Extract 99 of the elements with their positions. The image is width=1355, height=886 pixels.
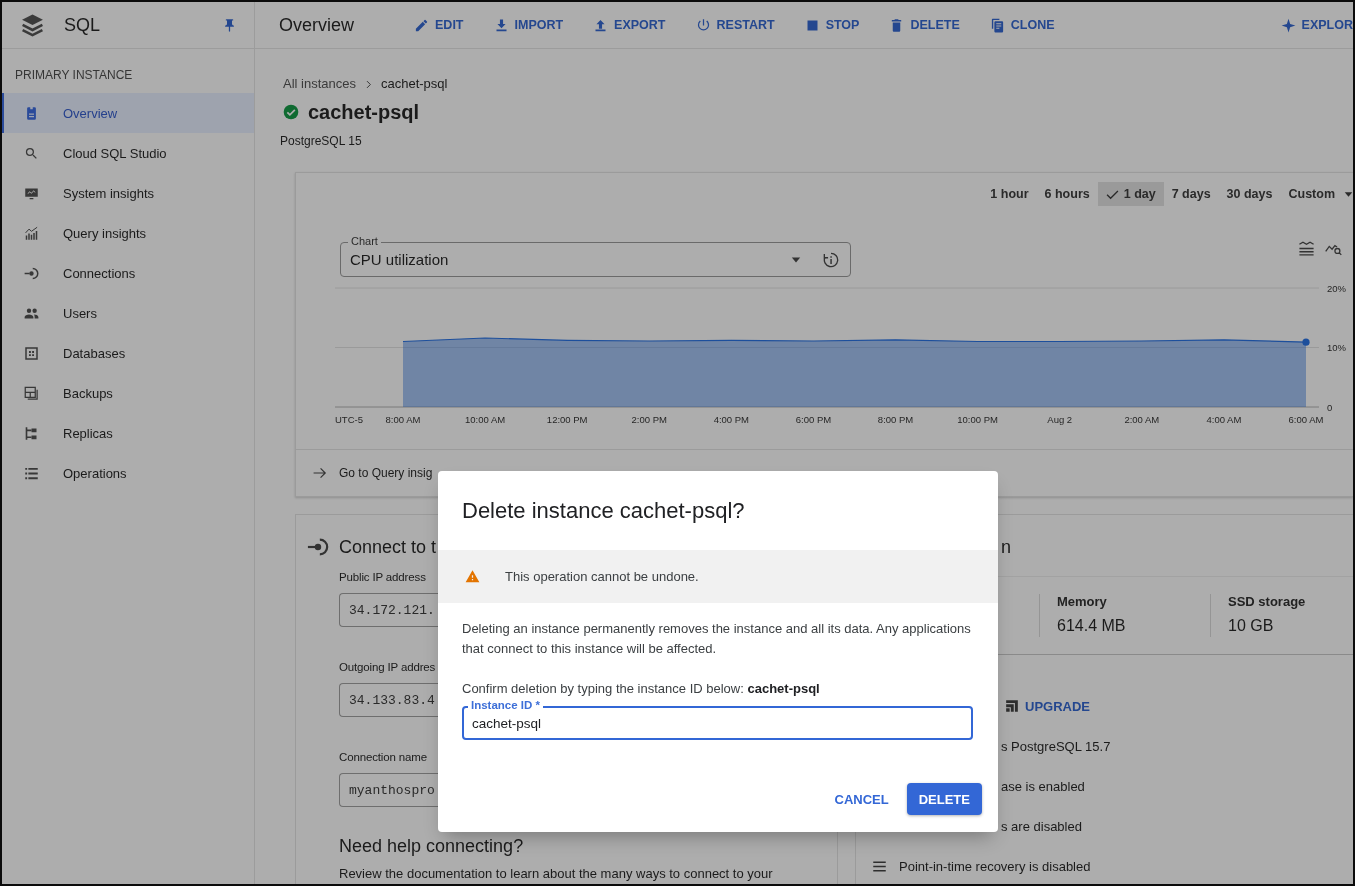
sidebar-heading: PRIMARY INSTANCE xyxy=(15,68,133,82)
config-fact: Point-in-time recovery is disabled xyxy=(899,858,1091,874)
stat-label: Memory xyxy=(1057,594,1107,610)
breadcrumb-current: cachet-psql xyxy=(381,76,448,92)
legend-lines-icon[interactable] xyxy=(1298,240,1315,257)
upload-icon xyxy=(593,17,609,33)
sidebar-item[interactable]: Backups xyxy=(2,373,254,413)
page-title: Overview xyxy=(279,14,354,36)
warning-text: This operation cannot be undone. xyxy=(505,569,699,584)
toolbar-button[interactable]: IMPORT xyxy=(489,11,568,39)
stat-value: 614.4 MB xyxy=(1057,616,1126,636)
stacked-squares-icon xyxy=(24,385,39,401)
toolbar-button[interactable]: STOP xyxy=(800,11,864,39)
field-label: Chart xyxy=(348,235,381,248)
field-label: Public IP address xyxy=(339,570,426,584)
stat-label: SSD storage xyxy=(1228,594,1306,610)
database-version: PostgreSQL 15 xyxy=(280,134,362,148)
card-heading: Connect to t xyxy=(339,536,437,558)
sparkle-icon xyxy=(1280,17,1296,33)
warning-icon xyxy=(465,569,480,584)
chart-select[interactable]: Chart CPU utilization xyxy=(340,235,851,277)
breadcrumb-link[interactable]: All instances xyxy=(283,76,356,92)
time-range-tab[interactable]: 7 days xyxy=(1163,182,1219,206)
toolbar-button[interactable]: EXPORT xyxy=(589,11,670,39)
x-tick-label: 4:00 AM xyxy=(1206,414,1242,425)
time-range-tab[interactable]: 30 days xyxy=(1218,182,1281,206)
time-range-tab[interactable]: 6 hours xyxy=(1036,182,1098,206)
sidebar-item[interactable]: Users xyxy=(2,293,254,333)
help-heading: Need help connecting? xyxy=(339,835,524,857)
field-label: Outgoing IP addres xyxy=(339,660,436,674)
dialog-title: Delete instance cachet-psql? xyxy=(461,497,746,525)
x-tick-label: 10:00 PM xyxy=(957,414,998,425)
info-icon[interactable] xyxy=(823,251,839,268)
connection-icon xyxy=(307,536,329,558)
bar-chart-icon xyxy=(24,225,39,241)
select-value: CPU utilization xyxy=(350,251,450,268)
power-icon xyxy=(695,17,711,33)
explore-button[interactable]: EXPLOR xyxy=(1276,11,1353,39)
x-tick-label: 2:00 PM xyxy=(631,414,667,425)
time-range-tab[interactable]: 1 hour xyxy=(982,182,1037,206)
cancel-button[interactable]: CANCEL xyxy=(828,783,895,815)
timezone-label: UTC-5 xyxy=(335,414,363,425)
grid-icon xyxy=(24,345,39,361)
instance-id-field[interactable]: Instance ID * cachet-psql xyxy=(462,698,973,740)
config-fact: ase is enabled xyxy=(1001,778,1085,794)
pin-icon[interactable] xyxy=(222,17,237,33)
pencil-icon xyxy=(414,17,429,33)
y-tick-label: 10% xyxy=(1327,342,1346,353)
toolbar-button[interactable]: EDIT xyxy=(410,11,468,39)
field-label: Connection name xyxy=(339,750,427,764)
tree-icon xyxy=(24,425,39,441)
list-icon xyxy=(24,465,39,481)
connection-icon xyxy=(24,265,39,281)
x-tick-label: Aug 2 xyxy=(1047,414,1073,425)
field-label: Instance ID * xyxy=(468,698,544,712)
upgrade-button[interactable]: UPGRADE xyxy=(1005,690,1090,722)
sidebar-item[interactable]: Connections xyxy=(2,253,254,293)
custom-range-menu[interactable]: Custom xyxy=(1280,182,1353,206)
x-tick-label: 10:00 AM xyxy=(465,414,506,425)
x-tick-label: 6:00 PM xyxy=(795,414,832,425)
arrow-right-icon xyxy=(313,466,327,480)
config-fact: s PostgreSQL 15.7 xyxy=(1001,738,1111,754)
sidebar-item[interactable]: Query insights xyxy=(2,213,254,253)
y-tick-label: 20% xyxy=(1327,282,1346,294)
chevron-right-icon xyxy=(364,79,373,89)
x-tick-label: 4:00 PM xyxy=(713,414,750,425)
query-insights-link[interactable]: Go to Query insig xyxy=(339,466,433,480)
confirm-instruction: Confirm deletion by typing the instance ID below: cachet-psql xyxy=(461,680,821,698)
copy-icon xyxy=(989,17,1005,33)
delete-button[interactable]: DELETE xyxy=(906,783,982,815)
sidebar-item[interactable]: Cloud SQL Studio xyxy=(2,133,254,173)
document-icon xyxy=(24,105,39,121)
x-tick-label: 12:00 PM xyxy=(546,414,588,425)
toolbar-button[interactable]: CLONE xyxy=(985,11,1059,39)
latest-value-marker xyxy=(1302,338,1310,346)
dialog-message: Deleting an instance permanently removes the instance and all its data. Any applications that connect to this instance will be affected. xyxy=(461,620,972,658)
x-tick-label: 6:00 AM xyxy=(1288,414,1324,425)
time-range-tab[interactable]: 1 day xyxy=(1097,182,1164,206)
search-icon xyxy=(24,145,39,161)
sidebar-item[interactable]: Replicas xyxy=(2,413,254,453)
x-tick-label: 2:00 AM xyxy=(1124,414,1160,425)
stat-value: 10 GB xyxy=(1228,616,1274,636)
x-tick-label: 8:00 AM xyxy=(385,414,421,425)
y-tick-label: 0 xyxy=(1327,401,1333,413)
config-fact: s are disabled xyxy=(1001,818,1082,834)
help-text: Review the documentation to learn about the many ways to connect to your xyxy=(339,867,773,881)
product-name: SQL xyxy=(64,14,101,36)
card-heading: n xyxy=(1001,536,1011,558)
sidebar-item[interactable]: System insights xyxy=(2,173,254,213)
sidebar-item[interactable]: Operations xyxy=(2,453,254,493)
caret-icon xyxy=(1344,189,1353,199)
sidebar-item[interactable]: Overview xyxy=(2,93,254,133)
x-tick-label: 8:00 PM xyxy=(877,414,914,425)
toolbar-button[interactable]: RESTART xyxy=(691,11,779,39)
layers-icon xyxy=(20,12,45,38)
sidebar-item[interactable]: Databases xyxy=(2,333,254,373)
toolbar-button[interactable]: DELETE xyxy=(885,11,964,39)
steps-icon xyxy=(1005,699,1019,713)
instance-name: cachet-psql xyxy=(308,100,420,124)
